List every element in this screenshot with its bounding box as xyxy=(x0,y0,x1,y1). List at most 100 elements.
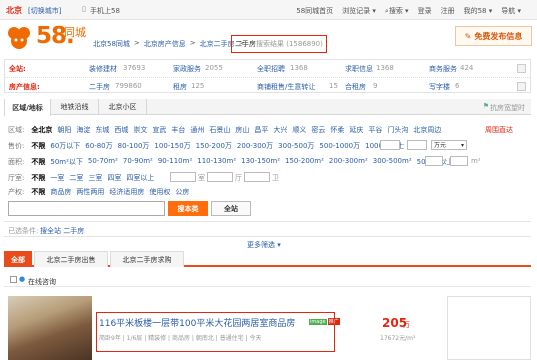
price-min-input[interactable] xyxy=(380,140,400,150)
nav-login[interactable]: 登录 xyxy=(418,6,432,16)
category-link[interactable]: 合租房 xyxy=(345,82,366,92)
filter-selected[interactable]: 不限 xyxy=(31,173,45,183)
size-option[interactable]: 200-300m² xyxy=(329,157,368,167)
size-option[interactable]: 50m²以下 xyxy=(50,157,83,167)
category-link[interactable]: 家政服务 xyxy=(173,64,201,74)
type-option[interactable]: 公房 xyxy=(175,187,189,197)
size-option[interactable]: 90-110m² xyxy=(158,157,192,167)
nav-search[interactable]: ⌕搜索 ▾ xyxy=(385,6,409,16)
size-option[interactable]: 50-70m² xyxy=(88,157,118,167)
area-option[interactable]: 大兴 xyxy=(273,125,287,135)
area-option[interactable]: 平谷 xyxy=(368,125,382,135)
category-link[interactable]: 写字楼 xyxy=(429,82,450,92)
baths-input[interactable] xyxy=(244,172,270,182)
area-option[interactable]: 门头沟 xyxy=(387,125,408,135)
price-option[interactable]: 150-200万 xyxy=(196,141,232,151)
rooms-option[interactable]: 四室以上 xyxy=(126,173,154,183)
halls-input[interactable] xyxy=(207,172,233,182)
tab-subway[interactable]: 地铁沿线 xyxy=(51,99,99,115)
area-option[interactable]: 石景山 xyxy=(209,125,230,135)
size-option[interactable]: 150-200m² xyxy=(285,157,324,167)
area-option[interactable]: 丰台 xyxy=(171,125,185,135)
publish-button[interactable]: ✎ 免费发布信息 xyxy=(455,26,532,46)
expand-toggle[interactable] xyxy=(517,64,526,73)
category-link[interactable]: 二手房 xyxy=(89,82,110,92)
area-option[interactable]: 密云 xyxy=(311,125,325,135)
category-link[interactable]: 装修建材 xyxy=(89,64,117,74)
nav-guide[interactable]: 导航 ▾ xyxy=(501,6,521,16)
nav-my58[interactable]: 我的58 ▾ xyxy=(464,6,493,16)
crumb-secondhand[interactable]: 北京二手房 xyxy=(200,39,235,49)
price-option[interactable]: 500-1000万 xyxy=(319,141,360,151)
type-option[interactable]: 商品房 xyxy=(50,187,71,197)
listing-title[interactable]: 116平米板楼一层带100平米大花园两居室商品房 xyxy=(99,316,295,329)
price-option[interactable]: 200-300万 xyxy=(237,141,273,151)
type-option[interactable]: 两性两用 xyxy=(76,187,104,197)
listing-photo[interactable] xyxy=(8,296,92,360)
nav-register[interactable]: 注册 xyxy=(441,6,455,16)
tab-community[interactable]: 北京小区 xyxy=(99,99,147,115)
crumb-home[interactable]: 北京58同城 xyxy=(93,39,130,49)
online-checkbox[interactable] xyxy=(10,276,17,283)
area-nearby-link[interactable]: 周围直达 xyxy=(485,125,513,135)
condition-value[interactable]: 搜全站 二手房 xyxy=(40,226,84,236)
price-max-input[interactable] xyxy=(407,140,427,150)
category-link[interactable]: 租房 xyxy=(173,82,187,92)
tab-sale[interactable]: 北京二手房出售 xyxy=(34,251,108,267)
price-option[interactable]: 100-150万 xyxy=(154,141,190,151)
keyword-input[interactable] xyxy=(8,201,165,216)
area-option[interactable]: 延庆 xyxy=(349,125,363,135)
area-option[interactable]: 朝阳 xyxy=(57,125,71,135)
nav-history[interactable]: 浏览记录 ▾ xyxy=(342,6,376,16)
size-option[interactable]: 110-130m² xyxy=(197,157,236,167)
filter-selected[interactable]: 不限 xyxy=(31,187,45,197)
switch-city-link[interactable]: [切换城市] xyxy=(28,6,61,16)
filter-selected[interactable]: 不限 xyxy=(31,141,45,151)
price-option[interactable]: 60万以下 xyxy=(50,141,80,151)
rooms-input[interactable] xyxy=(170,172,196,182)
expand-toggle[interactable] xyxy=(517,82,526,91)
mobile-link[interactable]: 手机上58 xyxy=(90,6,120,16)
crumb-house[interactable]: 北京房产信息 xyxy=(144,39,186,49)
tab-area[interactable]: 区域/地标 xyxy=(4,99,51,116)
category-link[interactable]: 商务服务 xyxy=(429,64,457,74)
crumb-current[interactable]: 二手房 xyxy=(235,39,256,49)
nav-home[interactable]: 58同城首页 xyxy=(296,6,333,16)
search-category-button[interactable]: 搜本类 xyxy=(168,201,208,216)
area-option[interactable]: 昌平 xyxy=(254,125,268,135)
area-option[interactable]: 崇文 xyxy=(133,125,147,135)
filter-selected[interactable]: 不限 xyxy=(31,157,45,167)
area-option[interactable]: 西城 xyxy=(114,125,128,135)
price-option[interactable]: 80-100万 xyxy=(118,141,150,151)
type-option[interactable]: 使用权 xyxy=(149,187,170,197)
filter-selected[interactable]: 全北京 xyxy=(31,125,52,135)
category-link[interactable]: 商铺租售/生意转让 xyxy=(257,82,315,92)
size-min-input[interactable] xyxy=(425,156,443,166)
price-option[interactable]: 300-500万 xyxy=(278,141,314,151)
price-unit-select[interactable]: 万元 ▾ xyxy=(431,140,467,150)
map-link[interactable]: 抗房宽望时 xyxy=(490,103,525,113)
size-max-input[interactable] xyxy=(450,156,468,166)
rooms-option[interactable]: 四室 xyxy=(107,173,121,183)
area-option[interactable]: 北京周边 xyxy=(413,125,441,135)
area-option[interactable]: 通州 xyxy=(190,125,204,135)
search-all-button[interactable]: 全站 xyxy=(211,201,251,216)
size-option[interactable]: 300-500m² xyxy=(373,157,412,167)
area-option[interactable]: 怀柔 xyxy=(330,125,344,135)
area-option[interactable]: 顺义 xyxy=(292,125,306,135)
category-link[interactable]: 求职信息 xyxy=(345,64,373,74)
category-link[interactable]: 全职招聘 xyxy=(257,64,285,74)
more-filters-link[interactable]: 更多筛选 ▾ xyxy=(247,240,281,250)
size-option[interactable]: 130-150m² xyxy=(241,157,280,167)
rooms-option[interactable]: 二室 xyxy=(69,173,83,183)
type-option[interactable]: 经济适用房 xyxy=(109,187,144,197)
area-option[interactable]: 海淀 xyxy=(76,125,90,135)
tab-all[interactable]: 全部 xyxy=(4,251,32,267)
area-option[interactable]: 房山 xyxy=(235,125,249,135)
area-option[interactable]: 宣武 xyxy=(152,125,166,135)
area-option[interactable]: 东城 xyxy=(95,125,109,135)
tab-wanted[interactable]: 北京二手房求购 xyxy=(110,251,184,267)
price-option[interactable]: 60-80万 xyxy=(85,141,112,151)
rooms-option[interactable]: 一室 xyxy=(50,173,64,183)
size-option[interactable]: 70-90m² xyxy=(123,157,153,167)
